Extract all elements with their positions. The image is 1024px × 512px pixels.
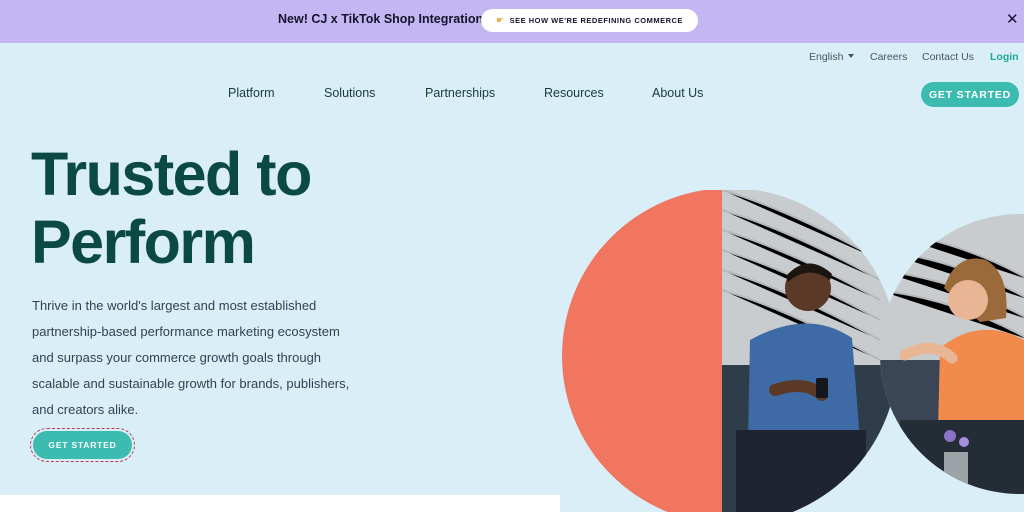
hero-title-line: Perform — [31, 208, 256, 276]
login-link[interactable]: Login — [990, 51, 1019, 63]
promo-cta-button[interactable]: ☛ SEE HOW WE'RE REDEFINING COMMERCE — [481, 9, 698, 32]
contact-us-link[interactable]: Contact Us — [922, 51, 974, 63]
hero-description: Thrive in the world's largest and most e… — [32, 293, 367, 423]
hero-description-line: and creators alike. — [32, 402, 139, 417]
section-divider — [0, 495, 560, 512]
close-icon[interactable]: ✕ — [1006, 11, 1019, 29]
promo-banner: New! CJ x TikTok Shop Integration ☛ SEE … — [0, 0, 1024, 43]
hero-image — [562, 190, 1024, 512]
photo-man-circle — [562, 190, 898, 512]
hero-description-line: Thrive in the world's largest and most e… — [32, 298, 317, 313]
photo-woman-circle — [880, 214, 1024, 494]
get-started-label: GET STARTED — [33, 431, 132, 459]
nav-partnerships[interactable]: Partnerships — [425, 86, 495, 100]
nav-platform[interactable]: Platform — [228, 86, 275, 100]
language-label: English — [809, 51, 844, 63]
chevron-down-icon — [848, 54, 855, 58]
nav-resources[interactable]: Resources — [544, 86, 604, 100]
hero-description-line: and surpass your commerce growth goals t… — [32, 350, 322, 365]
promo-cta-label: SEE HOW WE'RE REDEFINING COMMERCE — [509, 16, 683, 25]
hero-title-line: Trusted to — [31, 140, 312, 208]
nav-about-us[interactable]: About Us — [652, 86, 703, 100]
get-started-button-hero[interactable]: GET STARTED — [30, 428, 135, 462]
promo-text: New! CJ x TikTok Shop Integration — [278, 12, 484, 26]
hero-description-line: scalable and sustainable growth for bran… — [32, 376, 350, 391]
hero-description-line: partnership-based performance marketing … — [32, 324, 340, 339]
careers-link[interactable]: Careers — [870, 51, 907, 63]
pointing-hand-icon: ☛ — [496, 15, 505, 25]
hero-title: Trusted to Perform — [31, 140, 312, 276]
get-started-button-header[interactable]: GET STARTED — [921, 82, 1019, 107]
nav-solutions[interactable]: Solutions — [324, 86, 375, 100]
language-selector[interactable]: English — [809, 51, 855, 63]
